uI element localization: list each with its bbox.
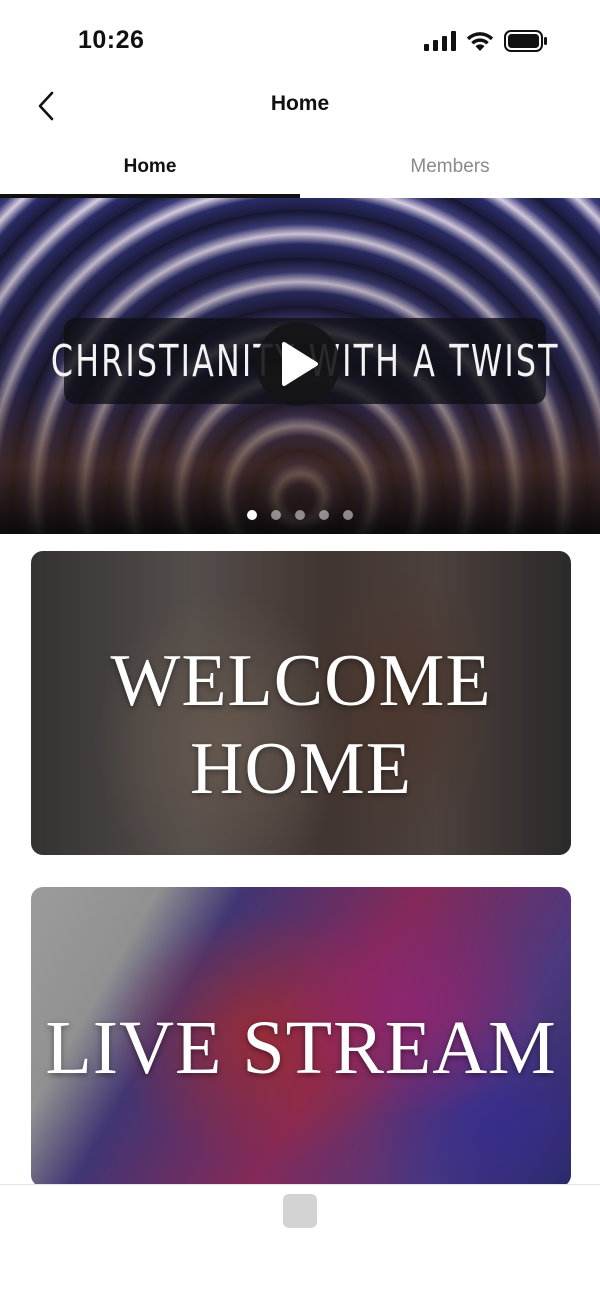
carousel-dot[interactable]	[295, 510, 305, 520]
status-icons	[424, 30, 548, 52]
live-stream-card[interactable]: LIVE STREAM	[31, 887, 571, 1187]
carousel-dot[interactable]	[343, 510, 353, 520]
play-icon	[282, 342, 318, 386]
hero-carousel[interactable]: CHRISTIANITY WITH A TWIST	[0, 198, 600, 534]
play-button[interactable]	[256, 322, 340, 406]
carousel-dot[interactable]	[319, 510, 329, 520]
tab-bar: Home Members	[0, 140, 600, 198]
carousel-dot[interactable]	[247, 510, 257, 520]
battery-icon	[504, 30, 547, 52]
page-title: Home	[270, 92, 330, 115]
welcome-home-title: WELCOME HOME	[31, 637, 571, 813]
welcome-home-title-line1: WELCOME	[110, 640, 492, 722]
cellular-signal-icon	[424, 31, 456, 51]
bottom-tab-bar	[0, 1184, 600, 1300]
welcome-home-card[interactable]: WELCOME HOME	[31, 551, 571, 855]
navigation-bar: Home	[0, 80, 600, 136]
wifi-icon	[466, 32, 494, 51]
carousel-dot[interactable]	[271, 510, 281, 520]
tab-home[interactable]: Home	[0, 140, 300, 198]
status-bar: 10:26	[0, 0, 600, 80]
placeholder-icon[interactable]	[283, 1194, 317, 1228]
welcome-home-title-line2: HOME	[190, 728, 412, 810]
tab-members[interactable]: Members	[300, 140, 600, 198]
status-time: 10:26	[78, 26, 145, 54]
carousel-page-indicator	[0, 510, 600, 520]
live-stream-title: LIVE STREAM	[45, 1006, 557, 1090]
